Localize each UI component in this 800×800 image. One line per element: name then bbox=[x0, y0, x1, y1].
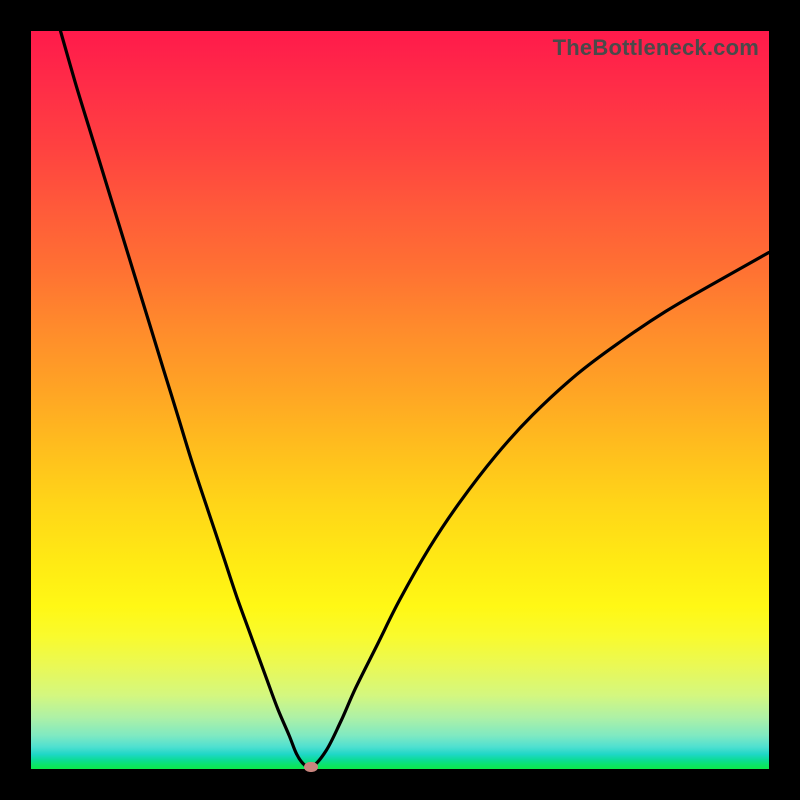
chart-frame: TheBottleneck.com bbox=[0, 0, 800, 800]
optimal-point-marker bbox=[304, 762, 318, 772]
plot-area: TheBottleneck.com bbox=[31, 31, 769, 769]
bottleneck-curve bbox=[31, 31, 769, 769]
